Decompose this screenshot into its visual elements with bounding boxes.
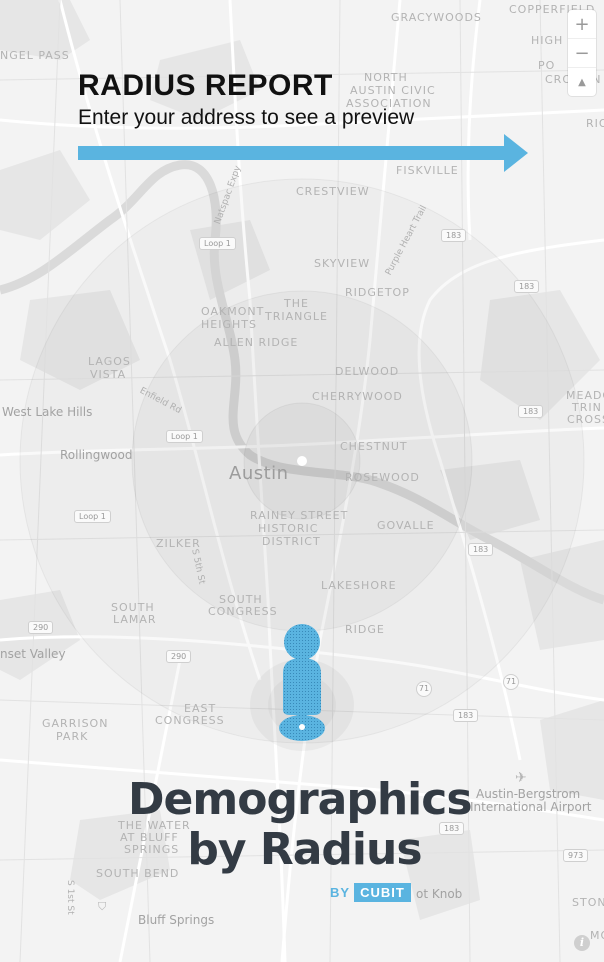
report-header: RADIUS REPORT Enter your address to see …: [78, 70, 414, 130]
label-lagos: LAGOS: [88, 355, 131, 368]
label-delwood: DELWOOD: [335, 365, 400, 378]
label-s-1st-st: S 1st St: [65, 880, 75, 915]
label-airport-1: Austin-Bergstrom: [476, 787, 581, 801]
shield-183: 183: [468, 543, 494, 556]
label-sunset-valley: nset Valley: [0, 647, 66, 661]
shield-loop1: Loop 1: [74, 510, 111, 523]
label-east-congress: CONGRESS: [155, 714, 225, 727]
label-govalle: GOVALLE: [377, 519, 435, 532]
cubit-brand[interactable]: CUBIT: [354, 883, 411, 902]
label-triangle: TRIANGLE: [265, 310, 328, 323]
shield-183: 183: [453, 709, 479, 722]
label-airport-2: International Airport: [470, 800, 592, 814]
label-rainey-street: RAINEY STREET: [250, 509, 349, 522]
label-cherrywood: CHERRYWOOD: [312, 390, 403, 403]
label-oakmont: OAKMONT: [201, 305, 265, 318]
label-chestnut: CHESTNUT: [340, 440, 408, 453]
label-austin: Austin: [229, 463, 289, 484]
page-subtitle: Enter your address to see a preview: [78, 106, 415, 129]
label-mo: MO: [590, 929, 604, 942]
product-logo: Demographics by Radius: [128, 774, 473, 875]
shield-183: 183: [518, 405, 544, 418]
label-west-lake-hills: West Lake Hills: [2, 405, 93, 419]
logo-line-by-radius: by Radius: [187, 824, 422, 875]
label-district: DISTRICT: [262, 535, 321, 548]
logo-line-demographics: Demographics: [128, 774, 473, 825]
label-vista: VISTA: [90, 368, 127, 381]
shield-183: 183: [514, 280, 540, 293]
label-gracywoods: GRACYWOODS: [391, 11, 482, 24]
label-rio: RIO: [586, 117, 604, 130]
page-title: RADIUS REPORT: [78, 69, 333, 102]
shield-71: 71: [503, 674, 519, 690]
airplane-icon: ✈: [515, 770, 527, 786]
byline-by: BY: [330, 885, 351, 900]
label-angel-pass: NGEL PASS: [0, 49, 70, 62]
arrow-right-icon: [78, 134, 528, 172]
label-pilot-knob: ot Knob: [416, 887, 463, 901]
app-root: GRACYWOODS COPPERFIELD NGEL PASS NORTH A…: [0, 0, 604, 962]
label-rosewood: ROSEWOOD: [345, 471, 420, 484]
label-bluff-springs: Bluff Springs: [138, 913, 215, 927]
label-garrison: GARRISON: [42, 717, 109, 730]
compass-button[interactable]: ▲: [568, 68, 596, 96]
label-historic: HISTORIC: [258, 522, 319, 535]
label-allen-ridge: ALLEN RIDGE: [214, 336, 299, 349]
label-rollingwood: Rollingwood: [60, 448, 133, 462]
info-icon[interactable]: i: [574, 935, 590, 951]
label-cross: CROSS: [567, 413, 604, 426]
label-ridgetop: RIDGETOP: [345, 286, 410, 299]
label-lakeshore: LAKESHORE: [321, 579, 397, 592]
label-high: HIGH: [531, 34, 564, 47]
center-point: [297, 456, 307, 466]
label-park: PARK: [56, 730, 89, 743]
person-pin-icon: [279, 624, 325, 741]
shield-icon: ⛉: [98, 900, 107, 913]
label-crestview: CRESTVIEW: [296, 185, 370, 198]
brand-byline: BY CUBIT: [330, 883, 411, 902]
label-stony: STON: [572, 896, 604, 909]
label-lamar: LAMAR: [113, 613, 157, 626]
shield-loop1: Loop 1: [166, 430, 203, 443]
shield-loop1: Loop 1: [199, 237, 236, 250]
zoom-in-button[interactable]: +: [568, 10, 596, 39]
label-the: THE: [284, 297, 309, 310]
shield-290: 290: [166, 650, 192, 663]
zoom-out-button[interactable]: −: [568, 39, 596, 68]
label-skyview: SKYVIEW: [314, 257, 371, 270]
label-heights: HEIGHTS: [201, 318, 257, 331]
label-po: PO: [538, 59, 556, 72]
shield-973: 973: [563, 849, 589, 862]
shield-71: 71: [416, 681, 432, 697]
map-zoom-controls: + − ▲: [568, 10, 596, 96]
shield-183: 183: [441, 229, 467, 242]
shield-290: 290: [28, 621, 54, 634]
